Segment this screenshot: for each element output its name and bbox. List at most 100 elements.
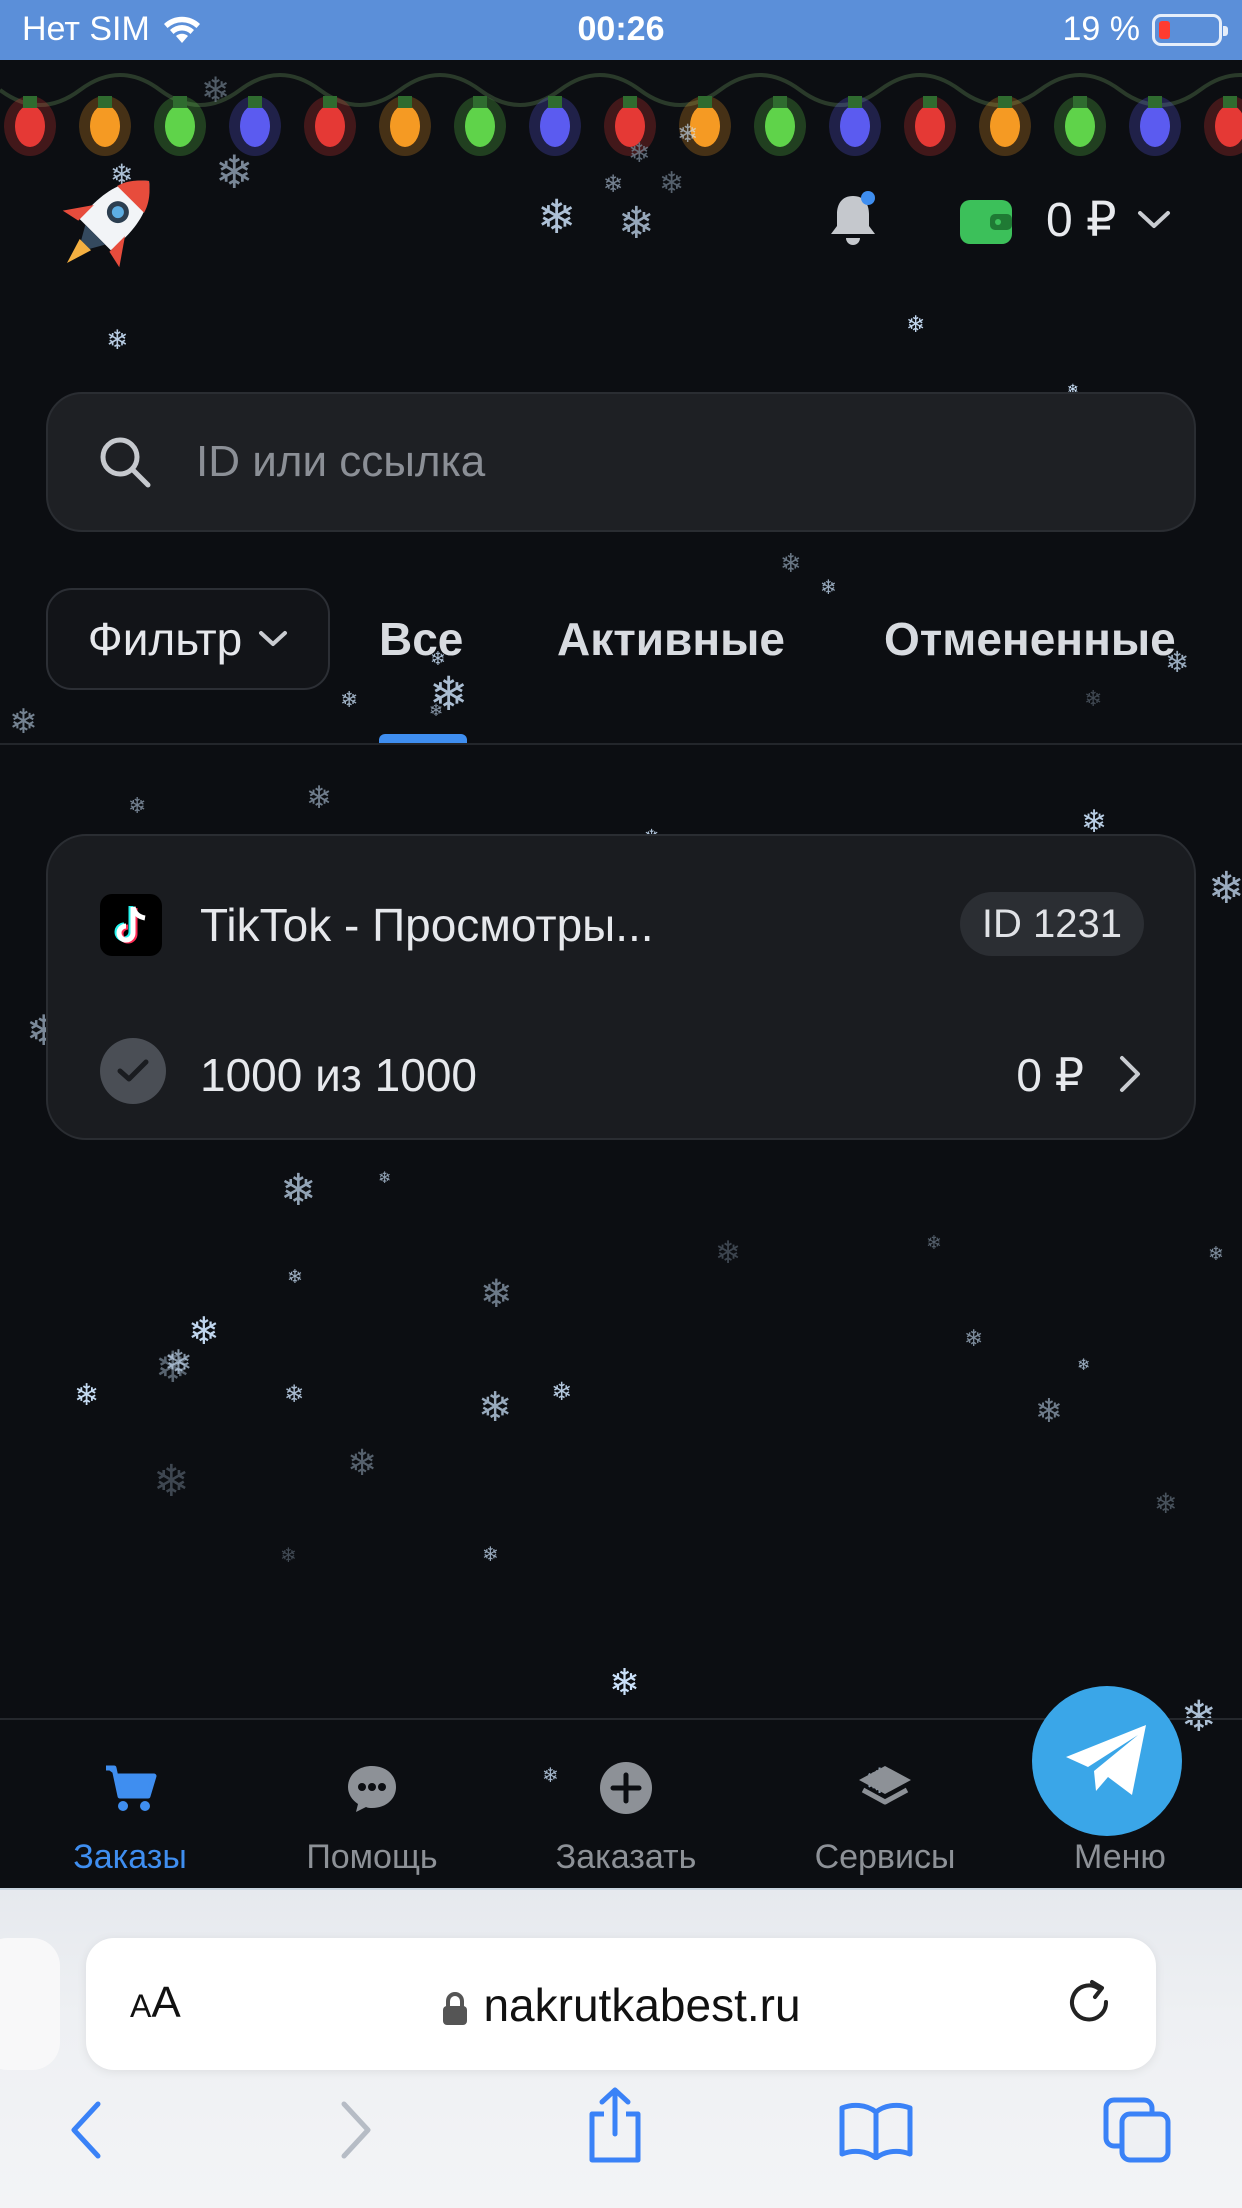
url-text: nakrutkabest.ru (483, 1979, 801, 2031)
snowflake: ❄ (551, 1377, 572, 1406)
tab-active[interactable]: Активные (557, 612, 785, 666)
tabs-icon[interactable] (1102, 2096, 1172, 2164)
nav-orders[interactable]: Заказы (10, 1760, 250, 1877)
snowflake: ❄ (155, 1343, 191, 1393)
snowflake: ❄ (128, 794, 146, 819)
share-icon[interactable] (584, 2086, 646, 2164)
nav-label: Сервисы (814, 1838, 956, 1876)
light-bulb (379, 96, 431, 156)
light-bulb (1129, 96, 1181, 156)
snowflake: ❄ (926, 1232, 942, 1254)
light-bulb (4, 96, 56, 156)
chevron-right-icon (1120, 1056, 1140, 1092)
snowflake: ❄ (1077, 1355, 1090, 1374)
chat-icon (348, 1766, 396, 1812)
filter-dropdown-button[interactable]: Фильтр (46, 588, 330, 690)
bookmarks-icon[interactable] (838, 2100, 914, 2160)
christmas-lights-decoration (0, 73, 1242, 156)
snowflake: ❄ (280, 1165, 317, 1216)
search-bar[interactable] (46, 392, 1196, 532)
lock-icon (443, 1991, 468, 2025)
snowflake: ❄ (1154, 1487, 1177, 1520)
snowflake: ❄ (164, 1343, 193, 1383)
snowflake: ❄ (820, 575, 837, 599)
snowflake: ❄ (715, 1235, 741, 1271)
snowflake: ❄ (1084, 687, 1102, 712)
snowflake: ❄ (188, 1309, 220, 1353)
snowflake: ❄ (429, 667, 468, 722)
tab-all[interactable]: Все (379, 612, 463, 666)
nav-label: Меню (1074, 1838, 1166, 1876)
browser-toolbar: AA nakrutkabest.ru (0, 1888, 1242, 2208)
balance-amount: 0 ₽ (1046, 194, 1117, 247)
light-bulb (79, 96, 131, 156)
snowflake: ❄ (340, 688, 358, 713)
battery-percent: 19 % (1062, 10, 1141, 48)
nav-label: Заказать (555, 1838, 697, 1876)
plus-icon (600, 1762, 652, 1814)
tabs-divider (0, 743, 1242, 745)
tiktok-icon (100, 894, 162, 956)
order-card[interactable]: TikTok - Просмотры... ID 1231 1000 из 10… (46, 834, 1196, 1140)
snowflake: ❄ (287, 1266, 303, 1288)
balance-dropdown[interactable]: 0 ₽ (1046, 192, 1171, 248)
telegram-button[interactable] (1032, 1686, 1182, 1836)
light-bulb (454, 96, 506, 156)
light-bulb (1054, 96, 1106, 156)
layers-icon (859, 1766, 911, 1805)
check-icon (100, 1038, 166, 1104)
snowflake: ❄ (378, 1168, 391, 1187)
light-bulb (679, 96, 731, 156)
search-input[interactable] (196, 437, 1096, 487)
nav-help[interactable]: Помощь (252, 1760, 492, 1877)
snowflake: ❄ (153, 1456, 190, 1507)
chevron-down-icon (259, 631, 288, 646)
order-id-badge: ID 1231 (959, 892, 1144, 956)
reload-icon[interactable] (1062, 1976, 1118, 2032)
light-bulb (904, 96, 956, 156)
back-icon[interactable] (66, 2098, 106, 2162)
snowflake: ❄ (906, 312, 925, 338)
light-bulb (754, 96, 806, 156)
nav-label: Заказы (73, 1838, 187, 1876)
bell-icon[interactable] (822, 188, 884, 250)
order-progress: 1000 из 1000 (200, 1049, 478, 1101)
snowflake: ❄ (1181, 1692, 1217, 1742)
snowflake: ❄ (780, 549, 802, 579)
light-bulb (229, 96, 281, 156)
nav-services[interactable]: Сервисы (765, 1760, 1005, 1877)
light-bulb (979, 96, 1031, 156)
telegram-icon (1066, 1725, 1146, 1795)
light-bulb (829, 96, 881, 156)
snowflake: ❄ (306, 780, 332, 816)
snowflake: ❄ (280, 1543, 297, 1567)
status-time: 00:26 (577, 10, 665, 48)
status-bar: Нет SIM 00:26 19 % (0, 0, 1242, 60)
snowflake: ❄ (1035, 1391, 1063, 1430)
snowflake: ❄ (9, 702, 38, 742)
rocket-icon[interactable] (44, 158, 172, 286)
cart-icon (106, 1765, 157, 1811)
battery-status: 19 % (1062, 10, 1228, 49)
url-display[interactable]: nakrutkabest.ru (86, 1978, 1156, 2032)
snowflake: ❄ (1208, 863, 1242, 914)
nav-order-new[interactable]: Заказать (506, 1760, 746, 1877)
snowflake: ❄ (964, 1326, 983, 1352)
notification-dot (861, 191, 875, 205)
snowflake: ❄ (1208, 1243, 1224, 1265)
snowflake: ❄ (482, 1542, 499, 1566)
light-bulb (529, 96, 581, 156)
snowflake: ❄ (284, 1380, 304, 1408)
forward-icon[interactable] (336, 2098, 376, 2162)
snowflake: ❄ (618, 198, 655, 249)
snowflake: ❄ (347, 1443, 377, 1484)
nav-label: Помощь (306, 1838, 438, 1876)
snowflake: ❄ (537, 190, 576, 245)
snowflake: ❄ (609, 1661, 640, 1704)
tab-cancelled[interactable]: Отмененные (884, 612, 1176, 666)
address-bar[interactable]: AA nakrutkabest.ru (86, 1938, 1156, 2070)
light-bulb (604, 96, 656, 156)
snowflake: ❄ (106, 325, 129, 356)
previous-tab-preview[interactable] (0, 1938, 60, 2070)
wallet-icon[interactable] (960, 200, 1012, 244)
